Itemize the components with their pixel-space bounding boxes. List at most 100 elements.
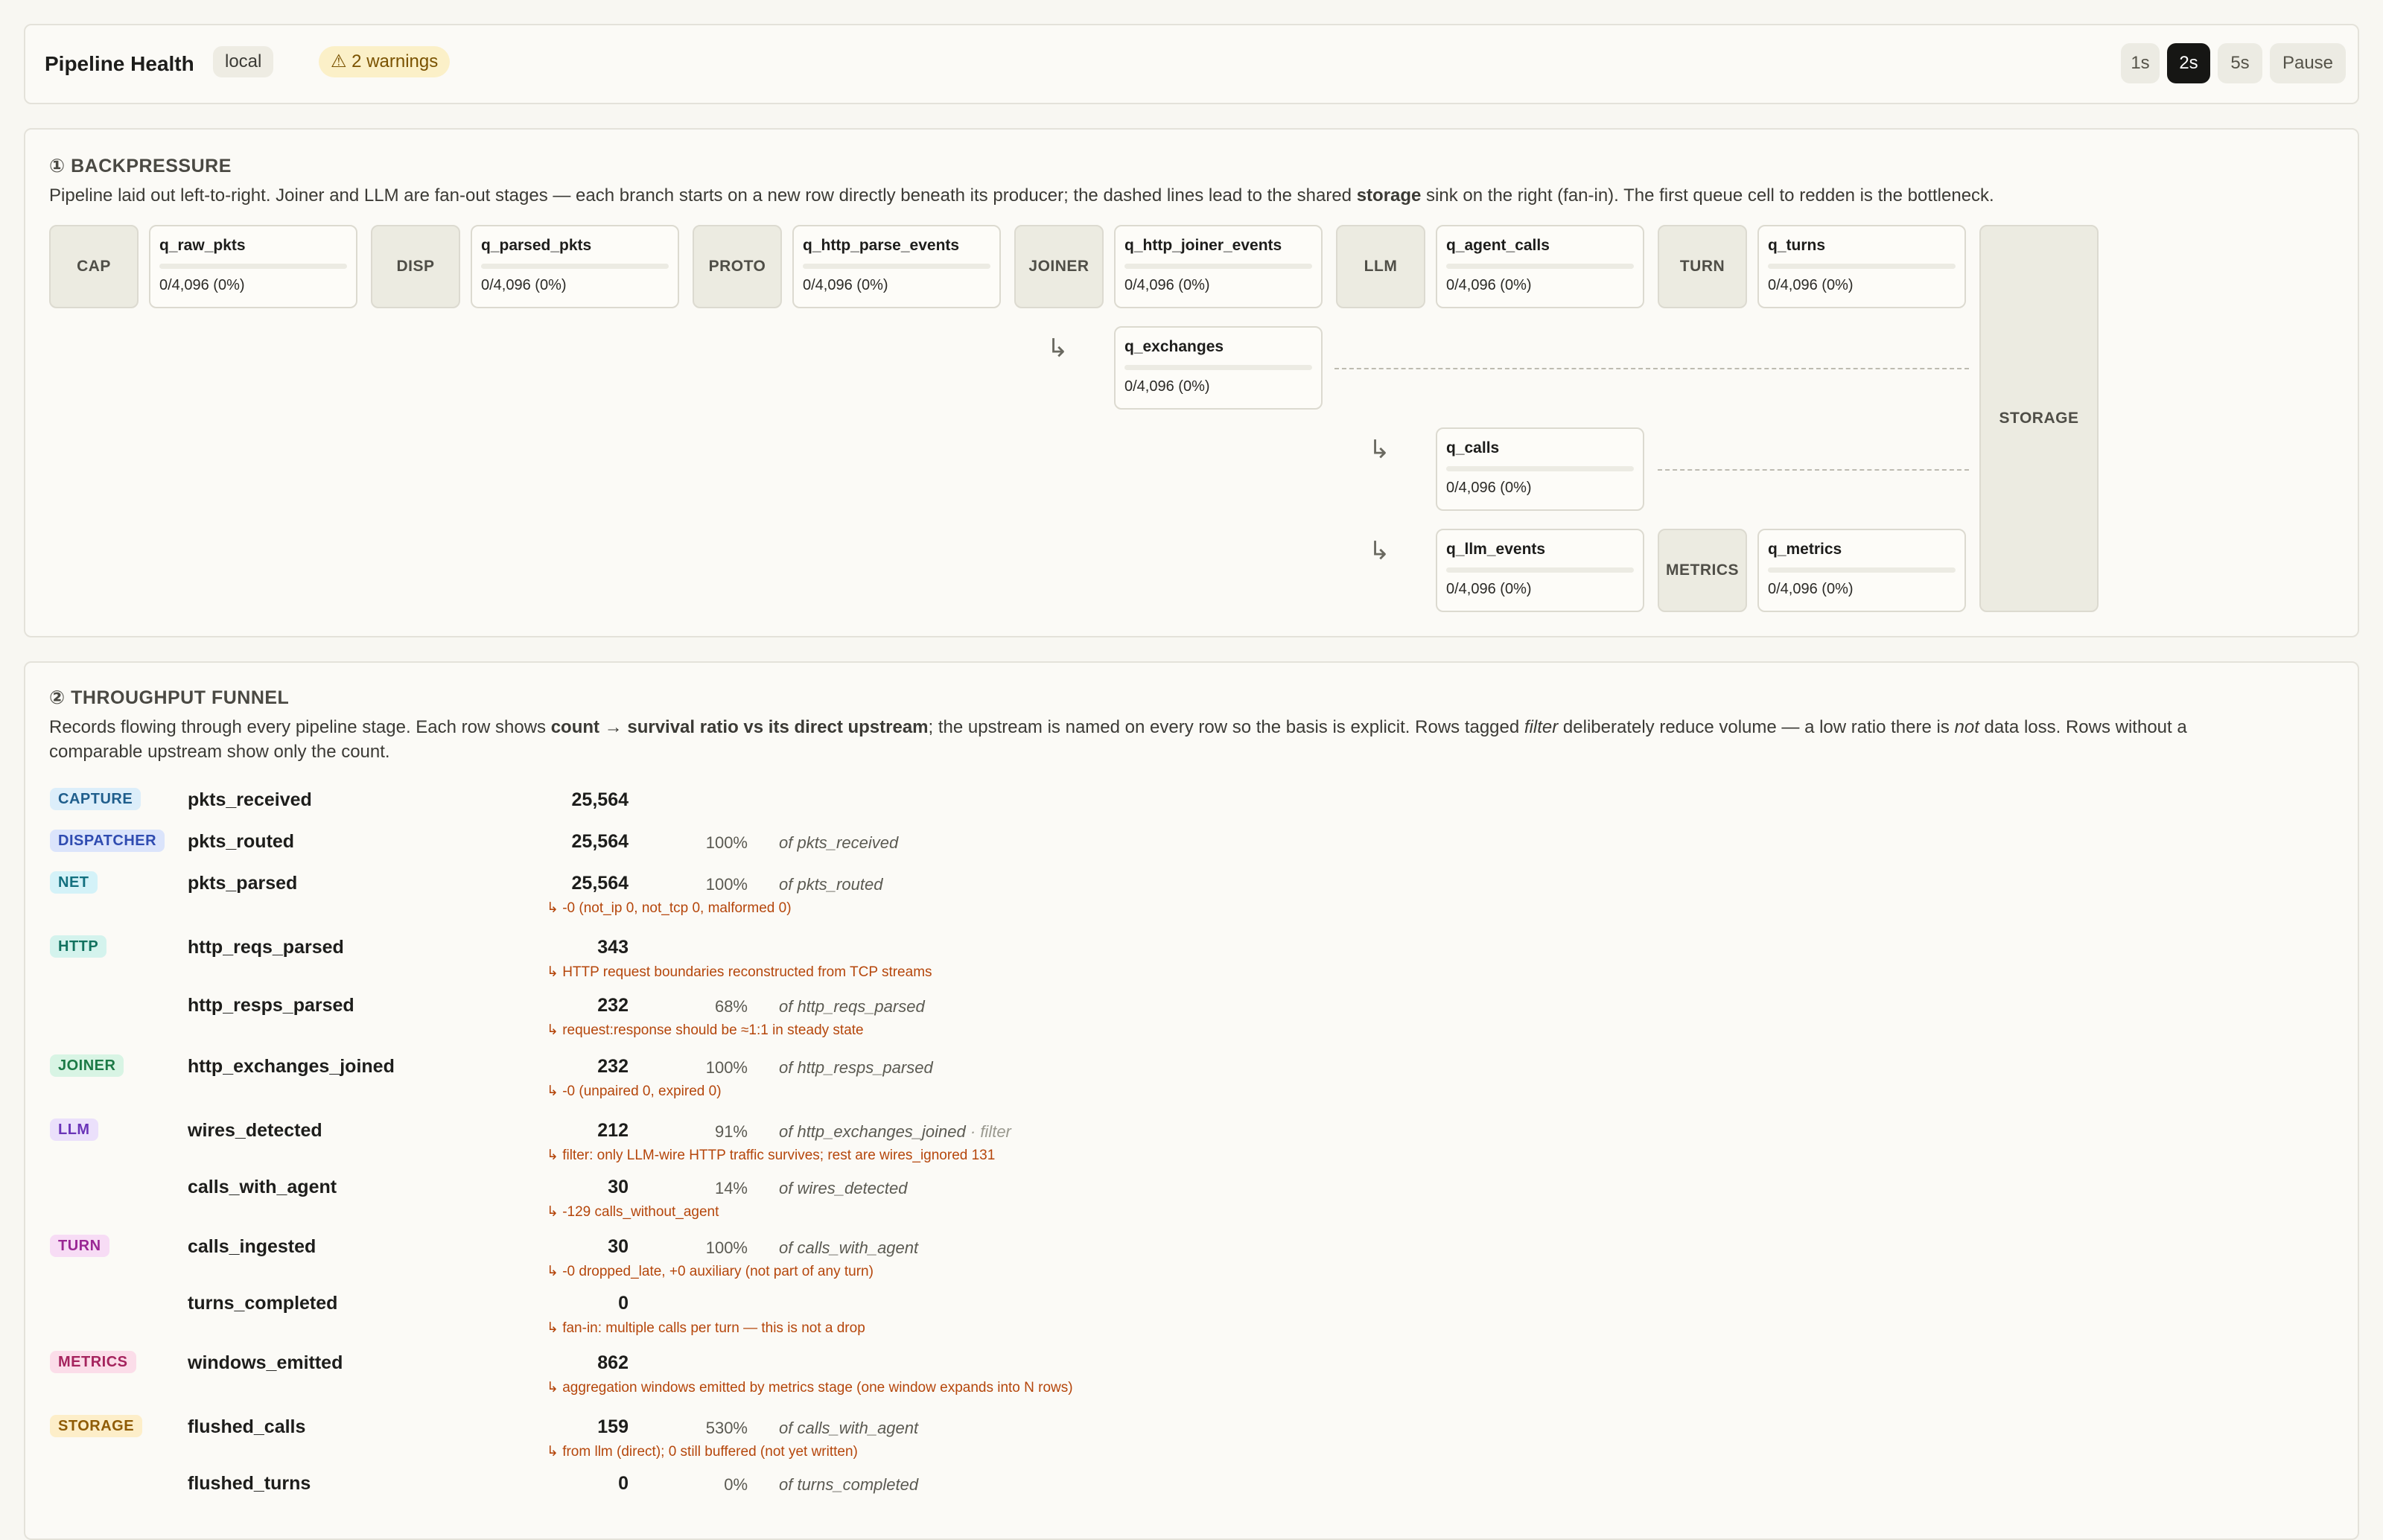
- stage-tag: TURN: [50, 1235, 109, 1257]
- page-title: Pipeline Health: [45, 52, 194, 75]
- queue-value: 0/4,096 (0%): [481, 277, 567, 293]
- survival-ratio: 14%: [714, 1179, 748, 1197]
- row-note: ↳ request:response should be ≈1:1 in ste…: [547, 1022, 864, 1038]
- queue-fill-bar: [803, 264, 990, 269]
- queue-fill-bar: [1768, 264, 1956, 269]
- branch-arrow-icon: ↳: [1369, 436, 1390, 464]
- stage-joiner: JOINER: [1014, 225, 1104, 308]
- queue-http-joiner-events[interactable]: q_http_joiner_events 0/4,096 (0%): [1114, 225, 1323, 308]
- upstream-basis: of turns_completed: [779, 1475, 919, 1494]
- queue-fill-bar: [1768, 567, 1956, 573]
- funnel-title: ② THROUGHPUT FUNNEL: [49, 687, 290, 708]
- queue-value: 0/4,096 (0%): [1446, 480, 1532, 496]
- metric-count: 30: [608, 1177, 629, 1197]
- fan-in-dashed-line: [1658, 469, 1969, 471]
- metric-count: 159: [597, 1416, 629, 1437]
- queue-name: q_llm_events: [1446, 541, 1546, 558]
- stage-tag: JOINER: [50, 1054, 124, 1077]
- survival-ratio: 100%: [705, 875, 748, 894]
- stage-tag: NET: [50, 871, 98, 894]
- metric-count: 212: [597, 1120, 629, 1141]
- survival-ratio: 68%: [714, 997, 748, 1016]
- queue-llm-events[interactable]: q_llm_events 0/4,096 (0%): [1436, 529, 1644, 612]
- queue-name: q_raw_pkts: [159, 237, 246, 254]
- queue-fill-bar: [1446, 567, 1634, 573]
- queue-value: 0/4,096 (0%): [1768, 581, 1854, 597]
- survival-ratio: 100%: [705, 1058, 748, 1077]
- queue-agent-calls[interactable]: q_agent_calls 0/4,096 (0%): [1436, 225, 1644, 308]
- pause-button[interactable]: Pause: [2270, 43, 2346, 83]
- funnel-description: Records flowing through every pipeline s…: [49, 717, 2187, 762]
- row-note: ↳ -0 dropped_late, +0 auxiliary (not par…: [547, 1264, 874, 1279]
- queue-fill-bar: [481, 264, 669, 269]
- queue-value: 0/4,096 (0%): [1446, 581, 1532, 597]
- metric-count: 0: [618, 1293, 629, 1314]
- stage-tag: STORAGE: [50, 1415, 143, 1437]
- throughput-funnel-panel: ② THROUGHPUT FUNNEL Records flowing thro…: [24, 661, 2359, 1540]
- stage-tag: LLM: [50, 1119, 98, 1141]
- queue-value: 0/4,096 (0%): [159, 277, 245, 293]
- warnings-badge[interactable]: ⚠ 2 warnings: [319, 46, 451, 77]
- metric-name: http_reqs_parsed: [188, 937, 344, 958]
- survival-ratio: 100%: [705, 833, 748, 852]
- row-note: ↳ filter: only LLM-wire HTTP traffic sur…: [547, 1148, 996, 1163]
- metric-name: calls_ingested: [188, 1236, 316, 1257]
- stage-storage: STORAGE: [1979, 225, 2099, 612]
- queue-value: 0/4,096 (0%): [1124, 378, 1210, 395]
- refresh-1s-button[interactable]: 1s: [2121, 43, 2160, 83]
- backpressure-title: ① BACKPRESSURE: [49, 156, 232, 176]
- queue-fill-bar: [1124, 365, 1312, 370]
- queue-parsed-pkts[interactable]: q_parsed_pkts 0/4,096 (0%): [471, 225, 679, 308]
- metric-name: flushed_turns: [188, 1473, 311, 1494]
- header-bar: Pipeline Health local ⚠ 2 warnings 1s 2s…: [24, 24, 2359, 104]
- stage-tag: CAPTURE: [50, 788, 141, 810]
- queue-value: 0/4,096 (0%): [1768, 277, 1854, 293]
- refresh-5s-button[interactable]: 5s: [2218, 43, 2262, 83]
- filter-tag: · filter: [965, 1122, 1011, 1141]
- queue-metrics[interactable]: q_metrics 0/4,096 (0%): [1757, 529, 1966, 612]
- metric-count: 862: [597, 1352, 629, 1373]
- queue-exchanges[interactable]: q_exchanges 0/4,096 (0%): [1114, 326, 1323, 410]
- queue-name: q_agent_calls: [1446, 237, 1550, 254]
- queue-calls[interactable]: q_calls 0/4,096 (0%): [1436, 427, 1644, 511]
- metric-count: 25,564: [571, 873, 629, 894]
- metric-count: 0: [618, 1473, 629, 1494]
- queue-raw-pkts[interactable]: q_raw_pkts 0/4,096 (0%): [149, 225, 357, 308]
- queue-name: q_parsed_pkts: [481, 237, 592, 254]
- upstream-basis: of calls_with_agent: [779, 1419, 919, 1437]
- stage-tag: METRICS: [50, 1351, 136, 1373]
- upstream-basis: of pkts_received: [779, 833, 899, 852]
- env-badge: local: [213, 46, 274, 77]
- stage-tag: DISPATCHER: [50, 830, 165, 852]
- queue-value: 0/4,096 (0%): [1124, 277, 1210, 293]
- queue-name: q_metrics: [1768, 541, 1842, 558]
- queue-name: q_http_joiner_events: [1124, 237, 1282, 254]
- queue-turns[interactable]: q_turns 0/4,096 (0%): [1757, 225, 1966, 308]
- row-note: ↳ -129 calls_without_agent: [547, 1204, 719, 1220]
- metric-name: turns_completed: [188, 1293, 338, 1314]
- queue-fill-bar: [1446, 466, 1634, 471]
- metric-count: 232: [597, 995, 629, 1016]
- metric-name: calls_with_agent: [188, 1177, 337, 1197]
- queue-http-parse-events[interactable]: q_http_parse_events 0/4,096 (0%): [792, 225, 1001, 308]
- upstream-basis: of http_exchanges_joined · filter: [779, 1122, 1011, 1141]
- queue-value: 0/4,096 (0%): [1446, 277, 1532, 293]
- row-note: ↳ -0 (unpaired 0, expired 0): [547, 1084, 722, 1099]
- refresh-2s-button[interactable]: 2s: [2167, 43, 2210, 83]
- stage-disp: DISP: [371, 225, 460, 308]
- metric-count: 343: [597, 937, 629, 958]
- stage-llm: LLM: [1336, 225, 1425, 308]
- stage-cap: CAP: [49, 225, 139, 308]
- stage-proto: PROTO: [693, 225, 782, 308]
- queue-fill-bar: [1124, 264, 1312, 269]
- upstream-basis: of http_resps_parsed: [779, 1058, 933, 1077]
- backpressure-description: Pipeline laid out left-to-right. Joiner …: [49, 185, 1994, 206]
- survival-ratio: 100%: [705, 1238, 748, 1257]
- row-note: ↳ -0 (not_ip 0, not_tcp 0, malformed 0): [547, 900, 792, 916]
- upstream-basis: of wires_detected: [779, 1179, 908, 1197]
- queue-name: q_calls: [1446, 439, 1500, 456]
- metric-name: http_exchanges_joined: [188, 1056, 395, 1077]
- backpressure-panel: ① BACKPRESSURE Pipeline laid out left-to…: [24, 128, 2359, 637]
- metric-name: http_resps_parsed: [188, 995, 354, 1016]
- branch-arrow-icon: ↳: [1369, 537, 1390, 565]
